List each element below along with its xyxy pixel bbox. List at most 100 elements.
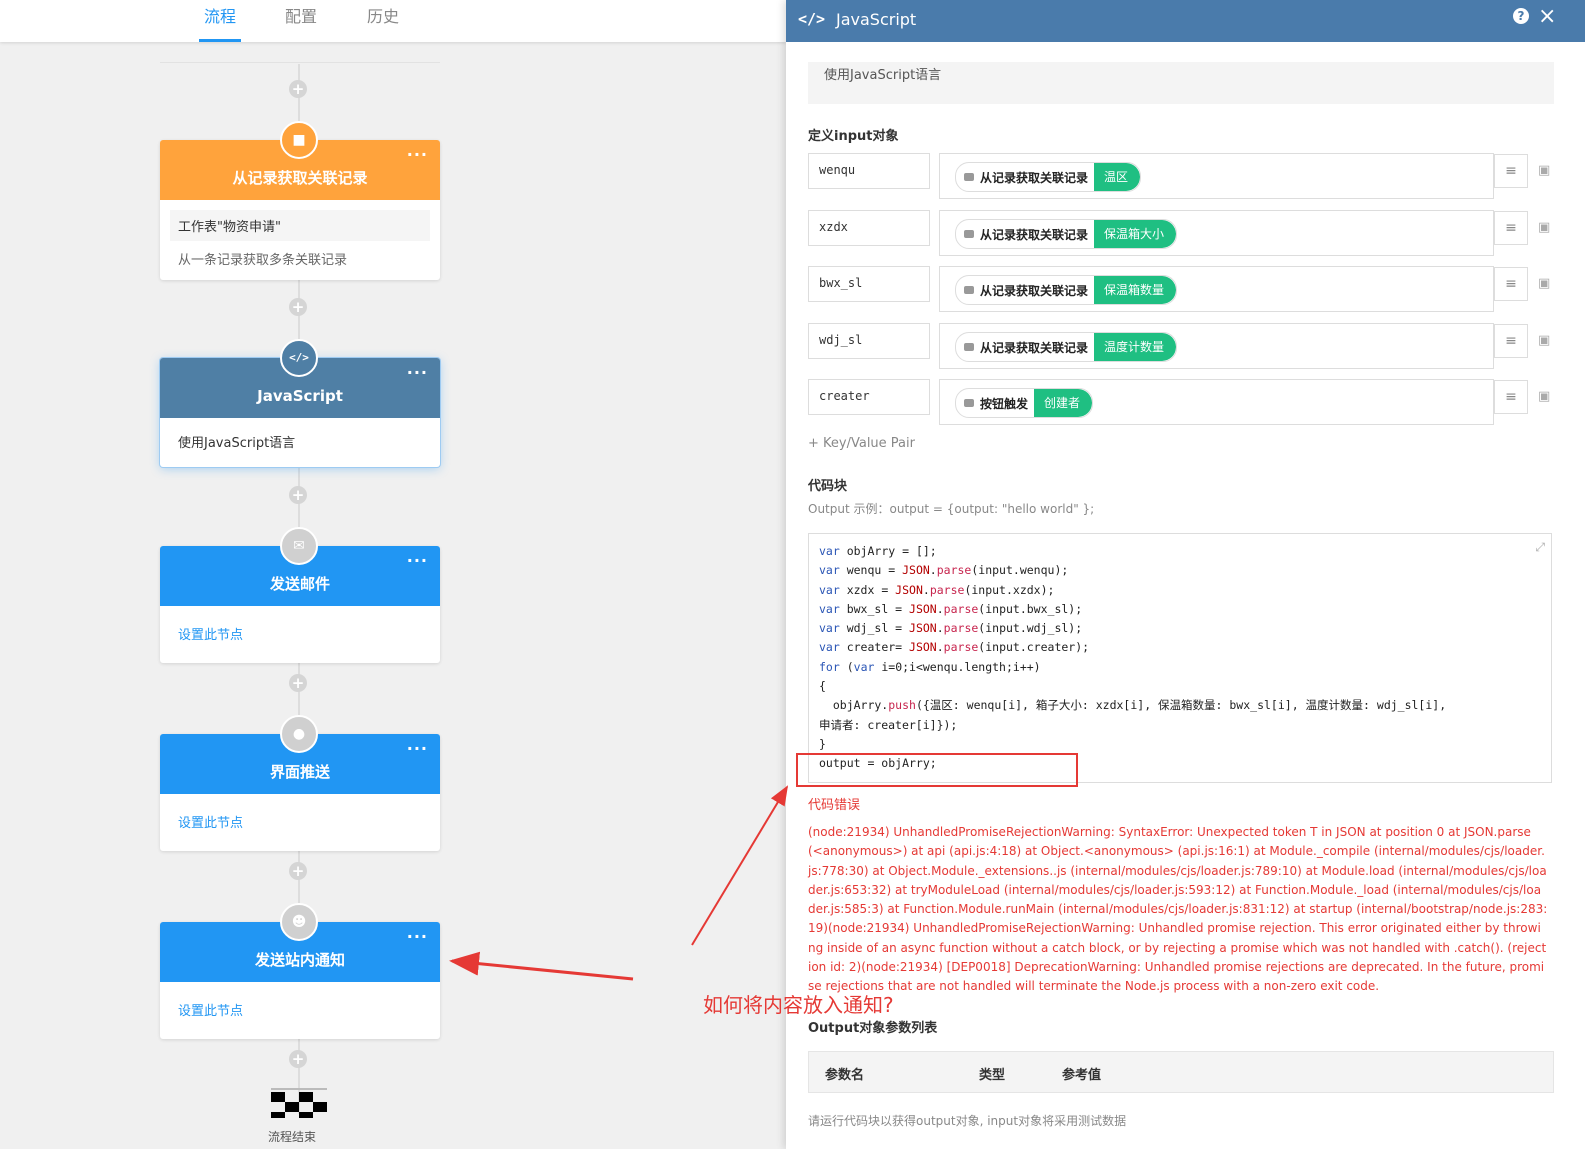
input-value-field[interactable]: 从记录获取关联记录 温度计数量 (939, 323, 1494, 369)
node-title: 发送站内通知 (254, 951, 345, 969)
insert-field-icon[interactable]: ≡ (1494, 324, 1528, 358)
node-title: 发送邮件 (269, 575, 330, 593)
trash-icon[interactable]: ▣ (1538, 220, 1550, 235)
column-header: 参数名 (825, 1068, 865, 1083)
configure-node-link[interactable]: 设置此节点 (170, 996, 430, 1023)
chip-field: 温度计数量 (1094, 333, 1177, 361)
input-value-field[interactable]: 从记录获取关联记录 温区 (939, 153, 1494, 199)
input-key-field[interactable]: bwx_sl (808, 266, 930, 302)
more-icon[interactable]: ··· (407, 922, 428, 952)
input-key-field[interactable]: creater (808, 379, 930, 415)
chip-field: 温区 (1094, 163, 1141, 191)
record-icon (964, 230, 974, 238)
node-javascript[interactable]: </> ··· JavaScript 使用JavaScript语言 (160, 339, 440, 467)
input-key-field[interactable]: wenqu (808, 153, 930, 189)
add-node-button[interactable]: + (289, 1050, 307, 1068)
node-header: ● ··· 界面推送 (160, 715, 440, 794)
expand-icon[interactable]: ⤢ (1535, 538, 1545, 557)
insert-field-icon[interactable]: ≡ (1494, 154, 1528, 188)
mail-icon: ✉ (280, 527, 318, 565)
record-icon (964, 286, 974, 294)
bell-icon: ● (280, 715, 318, 753)
tab-history[interactable]: 历史 (362, 0, 404, 42)
code-error-label: 代码错误 (808, 798, 861, 813)
configure-node-link[interactable]: 设置此节点 (170, 808, 430, 835)
more-icon[interactable]: ··· (407, 140, 428, 170)
tab-config[interactable]: 配置 (280, 0, 322, 42)
more-icon[interactable]: ··· (407, 734, 428, 764)
column-header: 参考值 (1062, 1068, 1102, 1083)
code-line: { (819, 679, 826, 694)
input-value-field[interactable]: 按钮触发 创建者 (939, 379, 1494, 425)
code-line: for (var i=0;i<wenqu.length;i++) (819, 659, 1041, 674)
panel-title: JavaScript (836, 10, 917, 29)
input-key-field[interactable]: xzdx (808, 210, 930, 246)
field-chip[interactable]: 从记录获取关联记录 温区 (955, 162, 1142, 192)
node-body: 设置此节点 (160, 982, 440, 1039)
add-node-button[interactable]: + (289, 674, 307, 692)
code-line: var creater= JSON.parse(input.creater); (819, 640, 1090, 655)
button-trigger-icon (964, 399, 974, 407)
insert-field-icon[interactable]: ≡ (1494, 211, 1528, 245)
description-input[interactable]: 使用JavaScript语言 (808, 62, 1554, 104)
add-node-button[interactable]: + (289, 298, 307, 316)
node-send-notification[interactable]: ☻ ··· 发送站内通知 设置此节点 (160, 903, 440, 1039)
code-line: var wenqu = JSON.parse(input.wenqu); (819, 563, 1069, 578)
flow-canvas: + + + + + + ■ ··· 从记录获取关联记录 工作表"物资申请" 从一… (0, 42, 786, 1149)
input-value-field[interactable]: 从记录获取关联记录 保温箱大小 (939, 210, 1494, 256)
node-description: 使用JavaScript语言 (178, 436, 296, 451)
user-icon: ☻ (280, 903, 318, 941)
record-icon (964, 173, 974, 181)
field-chip[interactable]: 按钮触发 创建者 (955, 388, 1094, 418)
output-section-label: Output对象参数列表 (808, 1021, 938, 1036)
add-key-value-pair-button[interactable]: + Key/Value Pair (808, 436, 915, 451)
insert-field-icon[interactable]: ≡ (1494, 267, 1528, 301)
field-chip[interactable]: 从记录获取关联记录 保温箱数量 (955, 275, 1178, 305)
tab-flow[interactable]: 流程 (199, 0, 241, 42)
field-chip[interactable]: 从记录获取关联记录 保温箱大小 (955, 219, 1178, 249)
top-tab-bar: 流程 配置 历史 (0, 0, 786, 42)
truck-icon: ■ (280, 121, 318, 159)
more-icon[interactable]: ··· (407, 358, 428, 388)
code-line: } (819, 736, 826, 751)
add-node-button[interactable]: + (289, 862, 307, 880)
code-line: objArry.push({温区: wenqu[i], 箱子大小: xzdx[i… (819, 698, 1447, 713)
chip-source: 从记录获取关联记录 (980, 340, 1089, 355)
input-key-field[interactable]: wdj_sl (808, 323, 930, 359)
node-send-email[interactable]: ✉ ··· 发送邮件 设置此节点 (160, 527, 440, 663)
flow-end-label: 流程结束 (268, 1130, 317, 1142)
code-line: 申请者: creater[i]}); (819, 717, 958, 732)
add-node-button[interactable]: + (289, 80, 307, 98)
trash-icon[interactable]: ▣ (1538, 333, 1550, 348)
node-get-related-records[interactable]: ■ ··· 从记录获取关联记录 工作表"物资申请" 从一条记录获取多条关联记录 (160, 121, 440, 280)
node-body: 设置此节点 (160, 606, 440, 663)
field-chip[interactable]: 从记录获取关联记录 温度计数量 (955, 332, 1178, 362)
trash-icon[interactable]: ▣ (1538, 276, 1550, 291)
configure-node-link[interactable]: 设置此节点 (170, 620, 430, 647)
annotation-highlight-box (796, 753, 1078, 787)
annotation-question: 如何将内容放入通知? (703, 993, 894, 1017)
node-body: 设置此节点 (160, 794, 440, 851)
code-error-message: (node:21934) UnhandledPromiseRejectionWa… (808, 825, 1548, 994)
code-editor[interactable]: ⤢ var objArry = []; var wenqu = JSON.parse… (808, 533, 1552, 783)
record-icon (964, 343, 974, 351)
code-line: var wdj_sl = JSON.parse(input.wdj_sl); (819, 621, 1083, 636)
node-title: JavaScript (257, 387, 343, 405)
trash-icon[interactable]: ▣ (1538, 163, 1550, 178)
close-icon[interactable]: × (1538, 4, 1556, 29)
code-line: var bwx_sl = JSON.parse(input.bwx_sl); (819, 601, 1083, 616)
node-description: 从一条记录获取多条关联记录 (178, 253, 348, 268)
insert-field-icon[interactable]: ≡ (1494, 380, 1528, 414)
code-icon: </> (798, 10, 826, 28)
code-line: var xzdx = JSON.parse(input.xzdx); (819, 582, 1055, 597)
input-value-field[interactable]: 从记录获取关联记录 保温箱数量 (939, 266, 1494, 312)
node-body: 使用JavaScript语言 (160, 418, 440, 467)
more-icon[interactable]: ··· (407, 546, 428, 576)
help-icon[interactable]: ? (1513, 8, 1529, 24)
node-ui-push[interactable]: ● ··· 界面推送 设置此节点 (160, 715, 440, 851)
trash-icon[interactable]: ▣ (1538, 389, 1550, 404)
add-node-button[interactable]: + (289, 486, 307, 504)
input-section-label: 定义input对象 (808, 129, 899, 144)
node-title: 从记录获取关联记录 (232, 169, 368, 187)
node-header: ✉ ··· 发送邮件 (160, 527, 440, 606)
